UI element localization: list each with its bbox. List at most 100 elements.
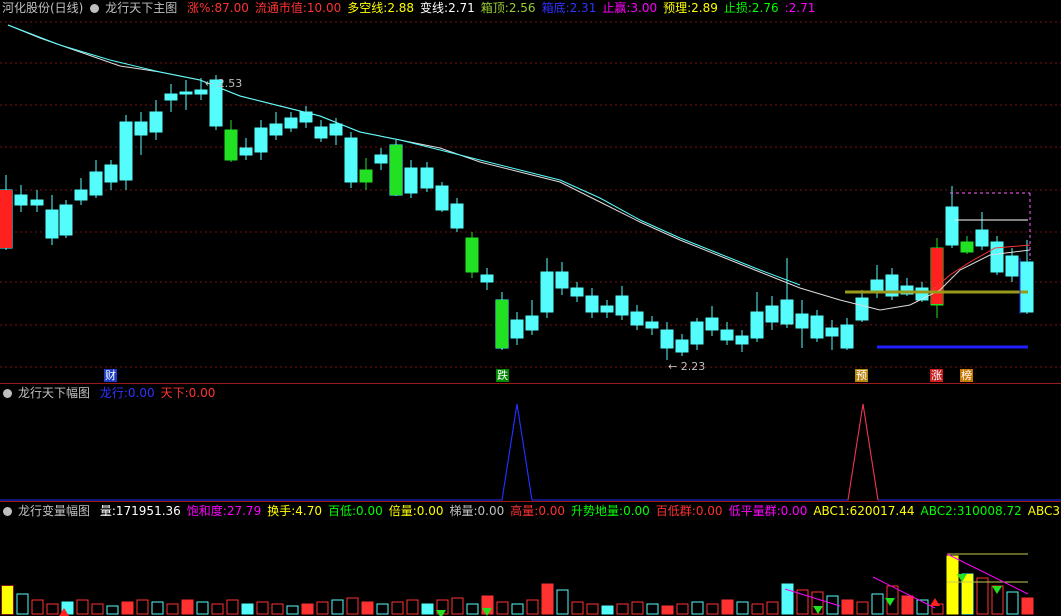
volume-bar [361,601,374,615]
main-stat: 涨%: [187,1,215,15]
longxing-line [501,403,533,501]
candle-body [74,189,88,201]
main-stat: 止赢: [602,1,631,15]
candle-body [720,329,734,341]
main-stat-value: 10.00 [306,1,342,15]
bottom-stat-value: 310008.72 [956,504,1022,518]
volume-bar [46,603,59,615]
candle-body [795,313,809,329]
main-stat-value: 2.71 [448,1,475,15]
candle-body [420,167,434,189]
volume-bar [661,605,674,615]
mid-stat: 龙行: [99,386,128,400]
bottom-indicator-name[interactable]: 龙行变量幅图 [18,504,90,518]
candle-body [570,287,584,297]
signal-mark: 预 [855,369,868,382]
main-stats: 涨%:87.00 流通市值:10.00 多空线:2.88 变线:2.71 箱顶:2.56… [187,1,821,15]
candle-body [450,203,464,229]
bottom-stat: 饱和度: [186,504,227,518]
candle-body [179,91,193,95]
gear-icon[interactable] [3,507,12,516]
volume-bar [196,601,209,615]
volume-bar [181,599,194,615]
volume-bar [631,601,644,615]
candle-body [344,137,358,183]
volume-bar [901,595,914,615]
candle-body [314,126,328,139]
mid-stat-value: 0.00 [188,386,216,400]
volume-bar [16,593,29,615]
volume-chart[interactable] [0,502,1061,616]
candle-body [510,319,524,339]
volume-bar [962,574,973,614]
candle-body [931,248,943,304]
tianxia-line [847,403,879,501]
bottom-stat: 梯量: [449,504,478,518]
main-stat: 箱顶: [480,1,509,15]
candle-body [224,129,238,161]
signal-mark: 财 [104,369,117,382]
volume-bar [571,601,584,615]
main-stat-value: 2.56 [508,1,536,15]
bottom-stat: 低平量群: [728,504,781,518]
candle-body [0,190,12,248]
main-indicator-name[interactable]: 龙行天下主图 [105,1,177,15]
volume-bar [31,599,44,615]
bottom-stat: ABC1: [813,504,850,518]
main-chart-panel[interactable]: ← 2.53 ← 2.23 河化股份(日线) 龙行天下主图 涨%:87.00 流通市… [0,0,1061,383]
candle-body [14,194,28,206]
bottom-stat: 百低: [327,504,357,518]
gear-icon[interactable] [90,4,100,13]
volume-bar [496,601,509,615]
candle-body [59,204,73,236]
candle-body [496,300,508,348]
mid-stat-value: 0.00 [127,386,155,400]
candlestick-chart[interactable]: ← 2.53 ← 2.23 [0,0,1061,383]
candle-body [480,274,494,283]
volume-bar [391,601,404,615]
candle-body [990,241,1004,273]
candle-body [329,123,343,136]
volume-bar [706,603,719,615]
bottom-stat-value: 171951.36 [115,504,181,518]
candle-body [119,121,133,181]
candle-body [810,315,824,339]
bottom-stat-value: 27.79 [226,504,262,518]
volume-bar [286,605,299,615]
candle-body [615,295,629,316]
volume-bar [691,601,704,615]
volume-bar [1006,591,1019,615]
bottom-stat: 倍量: [388,504,417,518]
mid-indicator-name[interactable]: 龙行天下幅图 [18,386,90,400]
amplitude-chart[interactable] [0,384,1061,501]
volume-bar [676,603,689,615]
candle-body [690,321,704,345]
candle-body [540,271,554,313]
volume-bar [121,601,134,615]
volume-bar [211,603,224,615]
candle-body [765,305,779,323]
candle-body [254,127,268,153]
volume-bar [601,605,614,615]
bottom-stat: 升势地量: [571,504,624,518]
candle-body [1005,255,1019,277]
candle-body [705,317,719,331]
amplitude-panel[interactable]: 龙行天下幅图 龙行:0.00 天下:0.00 [0,384,1061,501]
main-stat-value: 3.00 [630,1,658,15]
volume-bar [421,603,434,615]
stock-title: 河化股份(日线) [2,1,84,15]
candle-body [960,241,974,253]
candle-body [194,89,208,95]
candle-body [404,167,418,194]
volume-panel[interactable]: 龙行变量幅图 量:171951.36 饱和度:27.79 换手:4.70 百低:0.0… [0,502,1061,616]
candle-body [239,147,253,156]
volume-bar [226,599,239,615]
candle-body [600,305,614,313]
candle-body [675,339,689,353]
volume-bar [346,597,359,615]
main-stat: 预理: [663,1,692,15]
volume-bar [841,599,854,615]
volume-bar [526,599,539,615]
gear-icon[interactable] [3,389,12,398]
volume-bar [871,593,884,615]
